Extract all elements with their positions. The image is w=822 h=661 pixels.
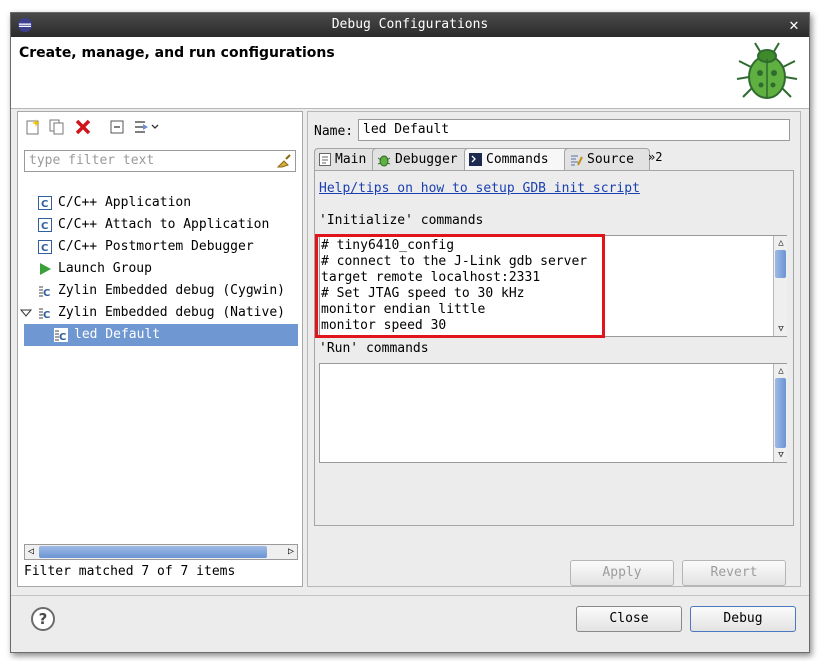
more-tabs-button[interactable]: »2 [648,148,662,166]
run-commands-textarea[interactable] [319,363,787,463]
init-commands-label: 'Initialize' commands [319,213,484,228]
tab-label: Debugger [395,152,458,167]
window-title: Debug Configurations [331,17,489,32]
launch-group-icon [40,262,51,275]
revert-button[interactable]: Revert [682,560,786,586]
zylin-icon: C [39,286,50,298]
scrollbar-thumb[interactable] [775,378,786,448]
scrollbar-thumb[interactable] [39,546,267,558]
commands-tab-content: Help/tips on how to setup GDB init scrip… [314,170,794,526]
new-configuration-icon[interactable] [24,118,42,136]
scroll-right-arrow-icon[interactable]: ▷ [285,545,297,559]
tab-label: Source [587,152,634,167]
collapse-all-icon[interactable] [108,118,126,136]
run-commands-label: 'Run' commands [319,341,429,356]
zylin-config-icon: C [54,327,68,342]
configuration-tree-panel: type filter text C C/C++ Application C C/C… [17,111,303,587]
tree-item-zylin-native[interactable]: C Zylin Embedded debug (Native) [20,302,285,324]
scroll-down-arrow-icon[interactable]: ▽ [774,322,788,336]
tree-item-label: C/C++ Application [58,195,192,210]
source-tab-icon [571,155,583,165]
tree-item-label: C/C++ Attach to Application [58,217,270,232]
svg-text:C: C [43,310,50,320]
delete-configuration-icon[interactable] [74,118,92,136]
tree-item-c-postmortem[interactable]: C C/C++ Postmortem Debugger [38,236,254,258]
scroll-down-arrow-icon[interactable]: ▽ [774,448,788,462]
svg-text:C: C [41,221,48,232]
filter-input[interactable]: type filter text [24,150,296,172]
duplicate-configuration-icon[interactable] [48,118,66,136]
debug-button[interactable]: Debug [690,606,796,632]
highlight-annotation-box [315,234,605,338]
tree-item-launch-group[interactable]: Launch Group [38,258,152,280]
tree-item-c-application[interactable]: C C/C++ Application [38,192,191,214]
svg-text:C: C [41,243,48,254]
main-tab-icon [319,153,331,166]
dialog-header: Create, manage, and run configurations [11,37,809,109]
tab-source[interactable]: Source [564,148,650,171]
tab-commands[interactable]: Commands [464,148,574,171]
tree-horizontal-scrollbar[interactable]: ◁ ▷ [24,544,298,560]
close-button[interactable]: Close [576,606,682,632]
tree-item-label: Zylin Embedded debug (Native) [58,305,285,320]
scroll-up-arrow-icon[interactable]: △ [774,236,788,250]
filter-status: Filter matched 7 of 7 items [24,564,236,579]
eclipse-icon [18,18,32,32]
tab-debugger[interactable]: Debugger [372,148,474,171]
init-commands-scrollbar[interactable]: △ ▽ [773,236,787,336]
tree-item-label: led Default [74,327,161,342]
configuration-editor-panel: Name: led Default Main Debugger Commands… [307,111,801,587]
filter-menu-icon[interactable] [132,118,162,136]
tree-item-label: Launch Group [58,261,152,276]
help-icon[interactable]: ? [31,607,55,631]
tree-item-label: Zylin Embedded debug (Cygwin) [58,283,285,298]
apply-button[interactable]: Apply [570,560,674,586]
bug-icon [736,42,798,99]
scrollbar-thumb[interactable] [775,250,786,278]
zylin-icon: C [39,308,50,320]
c-postmortem-icon: C [38,239,52,254]
gdb-help-link[interactable]: Help/tips on how to setup GDB init scrip… [319,181,640,196]
scroll-up-arrow-icon[interactable]: △ [774,364,788,378]
svg-text:C: C [41,199,48,210]
footer-divider [11,595,809,596]
tab-label: Main [335,152,367,167]
name-label: Name: [314,124,354,139]
tab-label: Commands [486,152,549,167]
name-field[interactable]: led Default [358,119,790,141]
commands-tab-icon [469,153,482,166]
tree-item-label: C/C++ Postmortem Debugger [58,239,254,254]
expanded-arrow-icon[interactable] [20,306,32,320]
debug-configurations-window: Debug Configurations ✕ Create, manage, a… [10,12,810,653]
c-app-icon: C [38,195,52,210]
header-title: Create, manage, and run configurations [19,45,335,61]
clear-filter-icon[interactable] [276,153,292,169]
svg-text:C: C [43,288,50,298]
scroll-left-arrow-icon[interactable]: ◁ [25,545,37,559]
svg-text:C: C [59,332,66,342]
tree-item-zylin-cygwin[interactable]: C Zylin Embedded debug (Cygwin) [38,280,285,302]
title-bar: Debug Configurations ✕ [11,13,809,37]
close-window-icon[interactable]: ✕ [785,13,803,37]
c-attach-icon: C [38,217,52,232]
tree-item-c-attach[interactable]: C C/C++ Attach to Application [38,214,269,236]
run-commands-scrollbar[interactable]: △ ▽ [773,364,787,462]
tree-item-led-default[interactable]: Cled Default [24,324,298,346]
debugger-tab-icon [377,155,391,166]
